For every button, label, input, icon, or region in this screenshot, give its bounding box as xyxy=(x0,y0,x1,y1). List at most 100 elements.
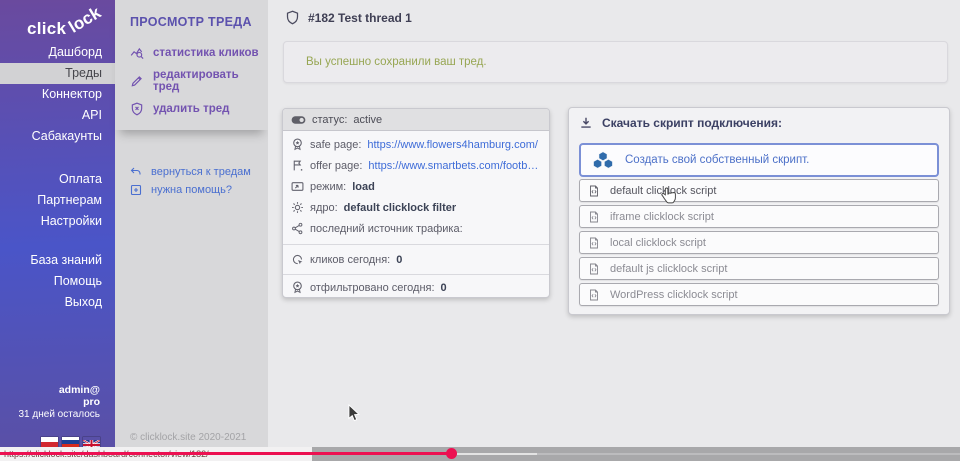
panel-links: вернуться к тредам нужна помощь? xyxy=(130,163,251,199)
sidebar-menu: Дашборд Треды Коннектор API Сабакаунты О… xyxy=(0,42,115,313)
sidebar-item-help[interactable]: Помощь xyxy=(0,271,115,292)
file-code-icon xyxy=(588,236,600,250)
language-switcher xyxy=(41,437,100,447)
core-label: ядро: xyxy=(310,202,338,214)
download-scripts-card: Скачать скрипт подключения: Создать свой… xyxy=(568,107,950,315)
video-progress-played[interactable] xyxy=(0,452,452,455)
shield-icon xyxy=(285,8,300,27)
offer-page-label: offer page: xyxy=(310,160,362,172)
award-icon xyxy=(291,281,304,294)
account-email: admin@ xyxy=(19,385,101,397)
local-clicklock-script-button[interactable]: local clicklock script xyxy=(579,231,939,254)
sidebar-item-payment[interactable]: Оплата xyxy=(0,169,115,190)
shield-x-icon xyxy=(130,102,144,116)
iframe-clicklock-script-label: iframe clicklock script xyxy=(610,211,714,223)
filtered-today-row: отфильтровано сегодня: 0 xyxy=(283,274,549,298)
download-icon xyxy=(579,116,593,130)
russia-flag-icon[interactable] xyxy=(62,437,79,447)
uk-flag-svg xyxy=(83,440,100,447)
flag-icon xyxy=(291,159,304,172)
uk-flag-icon[interactable] xyxy=(83,437,100,447)
success-alert: Вы успешно сохранили ваш тред. xyxy=(283,41,948,83)
status-card-rows: safe page: https://www.flowers4hamburg.c… xyxy=(283,131,549,244)
app-window: click lock Дашборд Треды Коннектор API С… xyxy=(0,0,960,461)
help-icon xyxy=(130,184,142,196)
video-progress-buffered[interactable] xyxy=(457,453,537,455)
click-statistics-label: статистика кликов xyxy=(153,47,259,59)
award-icon xyxy=(291,138,304,151)
panel-actions: статистика кликов редактировать тред уда… xyxy=(130,39,268,123)
logo-text-click: click xyxy=(27,19,66,39)
create-custom-script-label: Создать свой собственный скрипт. xyxy=(625,154,809,166)
edit-thread-link[interactable]: редактировать тред xyxy=(130,67,268,95)
sidebar-item-knowledge-base[interactable]: База знаний xyxy=(0,250,115,271)
need-help-link[interactable]: нужна помощь? xyxy=(130,181,251,199)
download-scripts-header: Скачать скрипт подключения: xyxy=(579,116,782,130)
sidebar: click lock Дашборд Треды Коннектор API С… xyxy=(0,0,115,447)
hand-cursor-icon xyxy=(661,186,677,205)
clicks-today-label: кликов сегодня: xyxy=(310,254,390,266)
file-code-icon xyxy=(588,262,600,276)
bottom-strip: https://clicklock.site/dashboard/connect… xyxy=(0,447,960,461)
back-to-threads-label: вернуться к тредам xyxy=(151,166,251,178)
status-card-header: статус: active xyxy=(283,109,549,131)
status-value: active xyxy=(353,114,382,126)
edit-thread-label: редактировать тред xyxy=(153,69,268,93)
sidebar-item-settings[interactable]: Настройки xyxy=(0,211,115,232)
blocks-icon xyxy=(591,150,615,170)
default-js-clicklock-script-button[interactable]: default js clicklock script xyxy=(579,257,939,280)
local-clicklock-script-label: local clicklock script xyxy=(610,237,706,249)
status-label: статус: xyxy=(312,114,347,126)
video-progress-remaining[interactable] xyxy=(537,453,960,455)
default-clicklock-script-button[interactable]: default clicklock script xyxy=(579,179,939,202)
mouse-cursor-icon xyxy=(348,404,361,423)
mode-value: load xyxy=(352,181,375,193)
traffic-source-row: последний источник трафика: xyxy=(283,218,549,239)
video-progress-scrubber[interactable] xyxy=(446,448,457,459)
thread-title: #182 Test thread 1 xyxy=(308,11,412,25)
traffic-source-label: последний источник трафика: xyxy=(310,223,463,235)
delete-thread-link[interactable]: удалить тред xyxy=(130,95,268,123)
sidebar-item-partners[interactable]: Партнерам xyxy=(0,190,115,211)
back-to-threads-link[interactable]: вернуться к тредам xyxy=(130,163,251,181)
thread-header: #182 Test thread 1 xyxy=(285,8,412,27)
click-statistics-link[interactable]: статистика кликов xyxy=(130,39,268,67)
click-icon xyxy=(291,253,304,266)
sidebar-item-threads[interactable]: Треды xyxy=(0,63,115,84)
filtered-today-label: отфильтровано сегодня: xyxy=(310,282,435,294)
delete-thread-label: удалить тред xyxy=(153,103,229,115)
share-icon xyxy=(291,222,304,235)
stats-icon xyxy=(130,46,144,60)
need-help-label: нужна помощь? xyxy=(151,184,232,196)
wordpress-clicklock-script-button[interactable]: WordPress clicklock script xyxy=(579,283,939,306)
sidebar-item-logout[interactable]: Выход xyxy=(0,292,115,313)
poland-flag-icon[interactable] xyxy=(41,437,58,447)
account-days-left: 31 дней осталось xyxy=(19,409,101,421)
thread-view-panel: ПРОСМОТР ТРЕДА статистика кликов редакти… xyxy=(115,0,268,447)
file-code-icon xyxy=(588,210,600,224)
main-content: #182 Test thread 1 Вы успешно сохранили … xyxy=(268,0,960,447)
core-value: default clicklock filter xyxy=(344,202,456,214)
offer-page-link[interactable]: https://www.smartbets.com/football/tea..… xyxy=(368,160,541,172)
panel-title: ПРОСМОТР ТРЕДА xyxy=(130,15,252,29)
filtered-today-value: 0 xyxy=(441,282,447,294)
undo-icon xyxy=(130,166,142,178)
file-code-icon xyxy=(588,288,600,302)
account-info: admin@ pro 31 дней осталось xyxy=(19,385,101,421)
status-card: статус: active safe page: https://www.fl… xyxy=(282,108,550,298)
create-custom-script-button[interactable]: Создать свой собственный скрипт. xyxy=(579,143,939,177)
pencil-icon xyxy=(130,74,144,88)
safe-page-label: safe page: xyxy=(310,139,361,151)
copyright-text: © clicklock.site 2020-2021 xyxy=(130,432,246,443)
clicklock-logo: click lock xyxy=(0,6,115,44)
sidebar-item-connector[interactable]: Коннектор xyxy=(0,84,115,105)
success-alert-text: Вы успешно сохранили ваш тред. xyxy=(306,42,487,82)
sidebar-item-api[interactable]: API xyxy=(0,105,115,126)
iframe-clicklock-script-button[interactable]: iframe clicklock script xyxy=(579,205,939,228)
sidebar-item-dashboard[interactable]: Дашборд xyxy=(0,42,115,63)
safe-page-link[interactable]: https://www.flowers4hamburg.com/ xyxy=(367,139,538,151)
clicks-today-row: кликов сегодня: 0 xyxy=(283,244,549,274)
toggle-icon xyxy=(291,115,306,125)
sidebar-item-subaccounts[interactable]: Сабакаунты xyxy=(0,126,115,147)
wordpress-clicklock-script-label: WordPress clicklock script xyxy=(610,289,738,301)
